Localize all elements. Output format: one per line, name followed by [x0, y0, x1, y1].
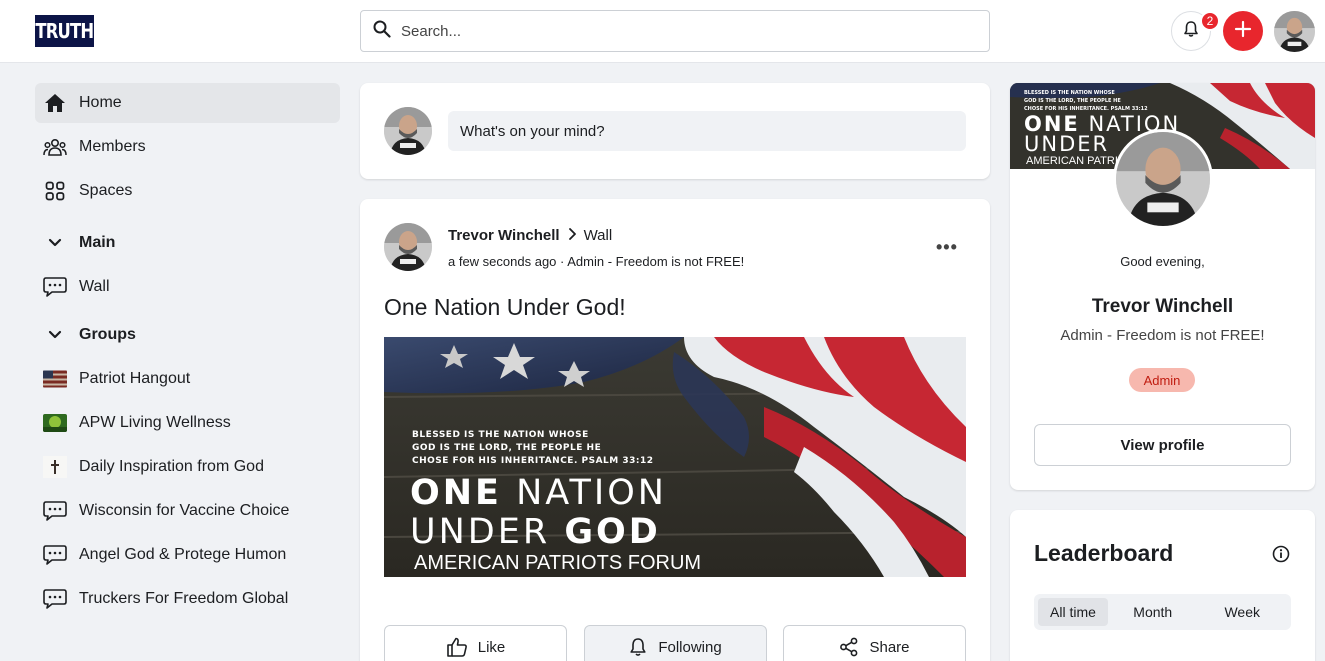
post-title: One Nation Under God! [384, 294, 626, 320]
home-icon [43, 91, 67, 115]
more-options-icon[interactable]: ••• [936, 237, 958, 258]
search-box[interactable] [360, 10, 990, 52]
tab-all-time[interactable]: All time [1038, 598, 1108, 626]
members-icon [43, 135, 67, 159]
share-icon [840, 637, 858, 657]
section-heading-groups: Groups [79, 326, 136, 343]
view-profile-button[interactable]: View profile [1034, 424, 1291, 466]
banner-headline-under: UNDER [1024, 132, 1110, 156]
profile-card: BLESSED IS THE NATION WHOSE GOD IS THE L… [1010, 83, 1315, 490]
following-label: Following [658, 638, 722, 656]
banner-verse-line: GOD IS THE LORD, THE PEOPLE HE [1024, 98, 1121, 104]
sidebar-group-patriot-hangout[interactable]: Patriot Hangout [35, 359, 340, 399]
sidebar-group-wisconsin-vaccine-choice[interactable]: Wisconsin for Vaccine Choice [35, 491, 340, 531]
top-bar: TRUTH 2 [0, 0, 1325, 63]
nature-thumbnail [43, 411, 67, 435]
sidebar-item-home[interactable]: Home [35, 83, 340, 123]
post-meta: a few seconds ago · Admin - Freedom is n… [448, 254, 745, 269]
thumbs-up-icon [446, 637, 467, 657]
group-label: Daily Inspiration from God [79, 458, 264, 475]
sidebar-group-angel-god-protege[interactable]: Angel God & Protege Humon [35, 535, 340, 575]
post-author-line: Trevor Winchell Wall [448, 227, 612, 244]
banner-verse-line: BLESSED IS THE NATION WHOSE [1024, 90, 1115, 96]
truth-logo[interactable]: TRUTH [35, 15, 94, 47]
image-footer-text: AMERICAN PATRIOTS FORUM [414, 552, 702, 574]
image-verse-line: GOD IS THE LORD, THE PEOPLE HE [412, 443, 602, 453]
profile-avatar[interactable] [1113, 129, 1213, 229]
avatar [384, 107, 432, 155]
group-label: APW Living Wellness [79, 414, 231, 431]
bell-icon [630, 638, 646, 656]
sidebar-group-truckers-for-freedom[interactable]: Truckers For Freedom Global [35, 579, 340, 619]
group-label: Truckers For Freedom Global [79, 590, 289, 607]
post-composer: What's on your mind? [360, 83, 990, 179]
tab-week[interactable]: Week [1198, 598, 1288, 626]
sidebar-item-members[interactable]: Members [35, 127, 340, 167]
plus-icon [1234, 20, 1252, 43]
chat-bubble-icon [43, 587, 67, 611]
like-button[interactable]: Like [384, 625, 567, 661]
post-author-name[interactable]: Trevor Winchell [448, 227, 560, 244]
chevron-right-icon [568, 227, 576, 244]
image-headline-nation: NATION [516, 473, 667, 513]
group-label: Wisconsin for Vaccine Choice [79, 502, 290, 519]
flag-thumbnail [43, 367, 67, 391]
bell-icon [1182, 20, 1200, 43]
sidebar-item-label: Members [79, 138, 146, 155]
chat-bubble-icon [43, 499, 67, 523]
spaces-icon [43, 179, 67, 203]
search-icon [373, 20, 391, 43]
chevron-down-icon [43, 231, 67, 255]
tab-month[interactable]: Month [1108, 598, 1198, 626]
following-button[interactable]: Following [583, 625, 767, 661]
leaderboard-title: Leaderboard [1034, 540, 1174, 566]
logo-text: TRUTH [35, 19, 95, 43]
leaderboard-tabs: All time Month Week [1034, 594, 1291, 630]
sidebar-item-spaces[interactable]: Spaces [35, 171, 340, 211]
whats-on-your-mind-input[interactable]: What's on your mind? [448, 111, 966, 151]
section-groups-toggle[interactable]: Groups [35, 315, 340, 355]
sidebar-item-wall[interactable]: Wall [35, 267, 340, 307]
share-label: Share [869, 638, 910, 656]
section-heading-main: Main [79, 234, 116, 251]
sidebar-item-label: Home [79, 94, 122, 111]
sidebar-item-label: Spaces [79, 182, 133, 199]
user-avatar-menu[interactable] [1274, 11, 1315, 52]
feed-post: Trevor Winchell Wall a few seconds ago ·… [360, 199, 990, 661]
avatar[interactable] [384, 223, 432, 271]
image-headline-one: ONE [410, 473, 502, 513]
chevron-down-icon [43, 323, 67, 347]
chat-bubble-icon [43, 275, 67, 299]
image-verse-line: BLESSED IS THE NATION WHOSE [412, 430, 589, 440]
post-image[interactable]: BLESSED IS THE NATION WHOSE GOD IS THE L… [384, 337, 966, 577]
create-button[interactable] [1223, 11, 1263, 51]
left-sidebar: Home Members Spaces Main Wall Groups Pat… [35, 83, 340, 623]
sidebar-group-apw-living-wellness[interactable]: APW Living Wellness [35, 403, 340, 443]
profile-tagline: Admin - Freedom is not FREE! [1060, 327, 1265, 344]
leaderboard-card: Leaderboard All time Month Week [1010, 510, 1315, 661]
group-label: Angel God & Protege Humon [79, 546, 287, 563]
sidebar-group-daily-inspiration[interactable]: Daily Inspiration from God [35, 447, 340, 487]
image-headline-under: UNDER [410, 512, 551, 552]
role-badge: Admin [1129, 368, 1195, 392]
cross-thumbnail [43, 455, 67, 479]
post-destination[interactable]: Wall [584, 227, 613, 244]
section-main-toggle[interactable]: Main [35, 223, 340, 263]
image-verse-line: CHOSE FOR HIS INHERITANCE. PSALM 33:12 [412, 456, 654, 466]
sidebar-item-label: Wall [79, 278, 110, 295]
post-actions: Like Following Share [384, 625, 966, 661]
greeting-text: Good evening, [1120, 254, 1205, 269]
image-headline-god: GOD [564, 512, 661, 552]
group-label: Patriot Hangout [79, 370, 191, 387]
share-button[interactable]: Share [783, 625, 966, 661]
profile-name: Trevor Winchell [1091, 296, 1234, 317]
search-input[interactable] [401, 22, 961, 40]
notification-count-badge: 2 [1200, 11, 1220, 31]
like-label: Like [477, 638, 506, 656]
chat-bubble-icon [43, 543, 67, 567]
info-icon[interactable] [1272, 545, 1290, 568]
